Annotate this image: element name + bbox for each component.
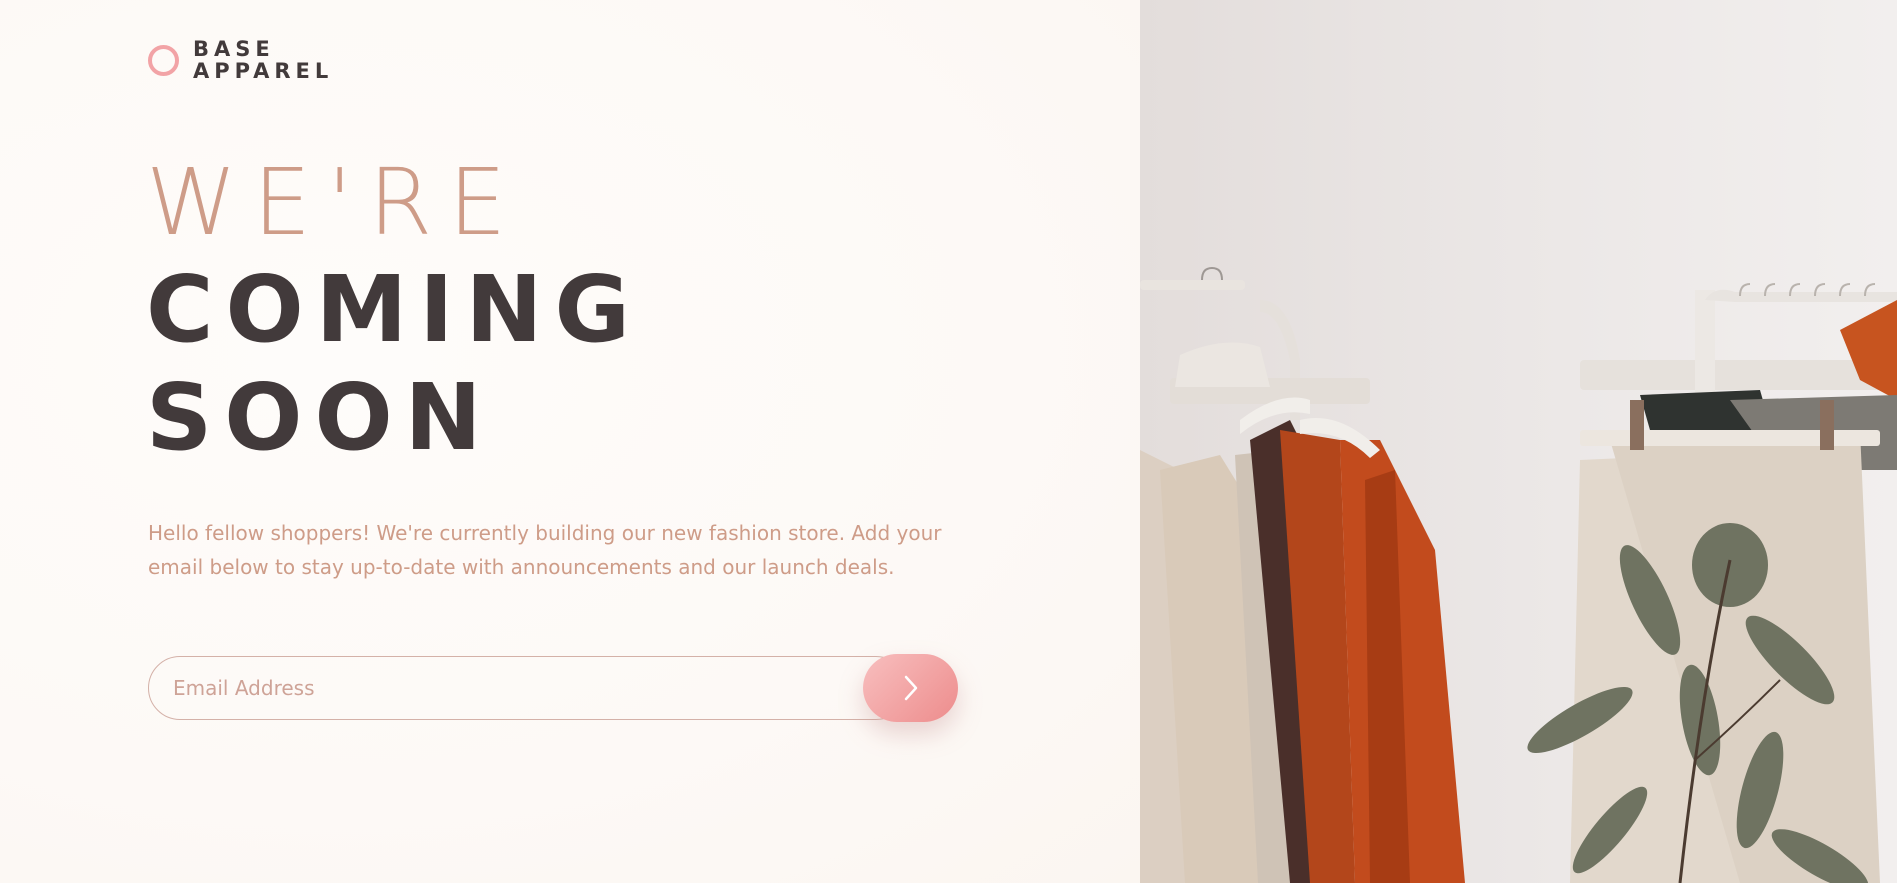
title-light-line: WE'RE — [146, 149, 523, 256]
content-panel: BASE APPAREL WE'RE COMING SOON Hello fel… — [0, 0, 1140, 883]
brand-logo[interactable]: BASE APPAREL — [148, 38, 333, 82]
email-field[interactable] — [148, 656, 908, 720]
submit-button[interactable] — [863, 654, 958, 722]
clothing-rack-photo — [1140, 0, 1897, 883]
hero-image — [1140, 0, 1897, 883]
title-bold-line-2: SOON — [146, 364, 494, 471]
subscribe-form — [148, 654, 958, 722]
arrow-right-icon — [904, 675, 917, 701]
logo-circle-icon — [148, 44, 179, 76]
intro-text: Hello fellow shoppers! We're currently b… — [148, 521, 942, 579]
logo-line-base: BASE — [193, 37, 275, 61]
logo-line-apparel: APPAREL — [193, 59, 334, 83]
title-bold-line-1: COMING — [146, 256, 643, 363]
logo-wordmark: BASE APPAREL — [193, 38, 333, 82]
page-title: WE'RE COMING SOON — [146, 150, 642, 472]
